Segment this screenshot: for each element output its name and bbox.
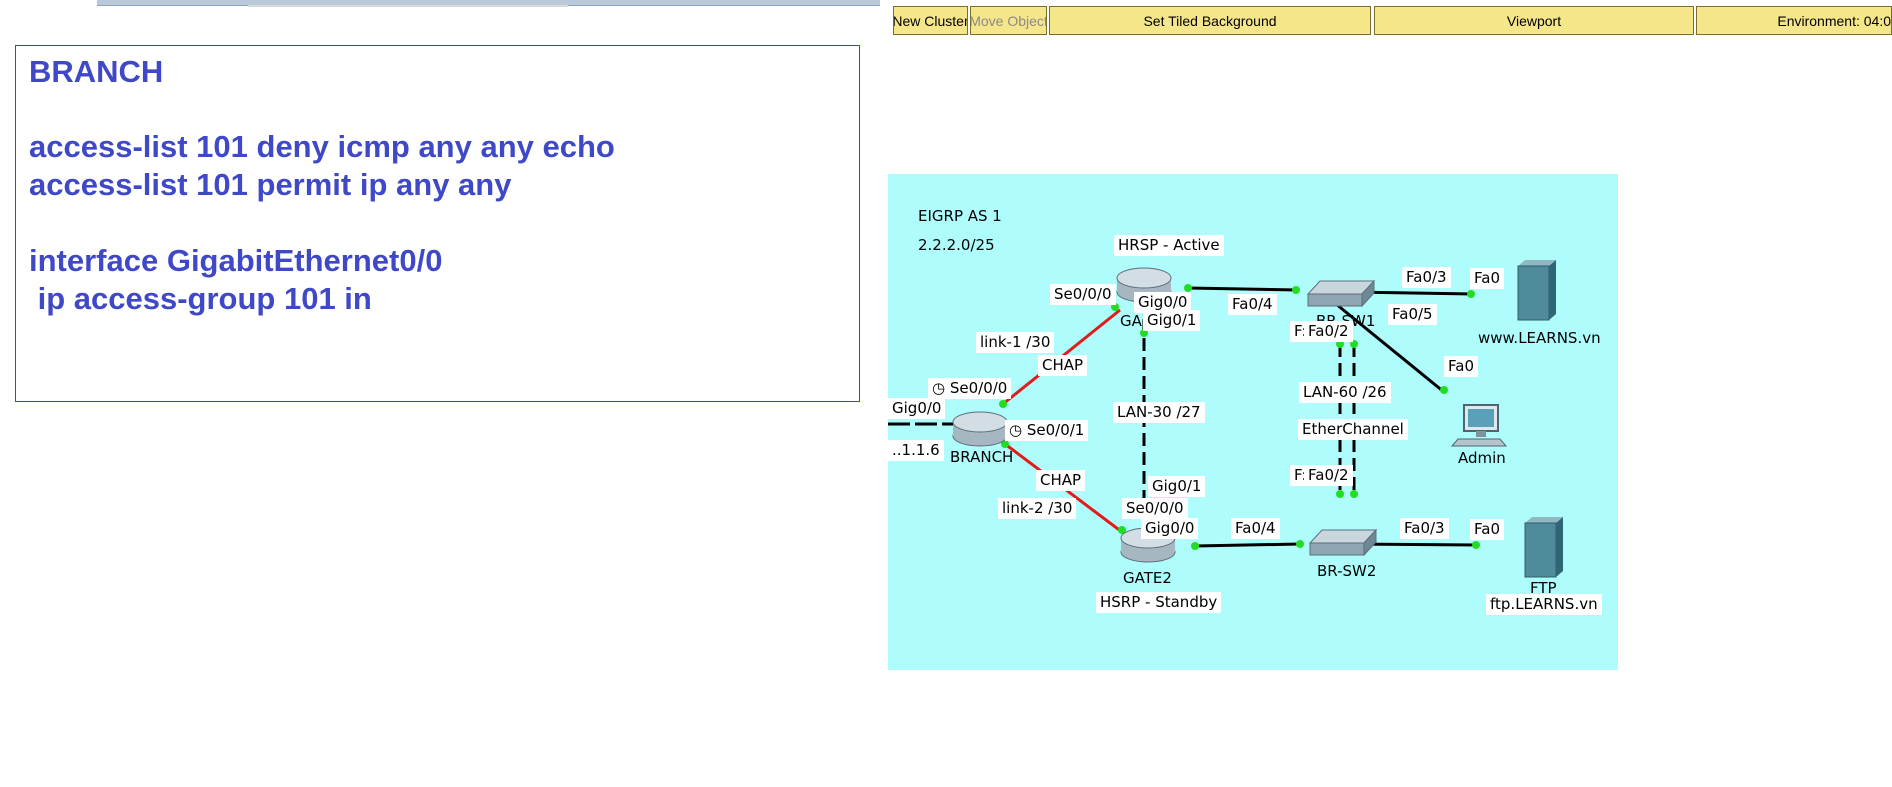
port-www-fa0: Fa0 <box>1470 268 1504 289</box>
network-label: 2.2.2.0/25 <box>918 236 995 254</box>
port-br-se001: ◷ Se0/0/1 <box>1005 420 1089 441</box>
environment-button[interactable]: Environment: 04:0 <box>1696 6 1892 35</box>
port-br-se000-text: Se0/0/0 <box>949 379 1008 397</box>
chap2-label: CHAP <box>1036 470 1086 491</box>
port-g1-gig01: Gig0/1 <box>1143 310 1201 331</box>
note-line-interface: interface GigabitEthernet0/0 <box>29 243 443 278</box>
port-sw2-fa02: Fa0/2 <box>1304 465 1353 486</box>
pc-admin-icon <box>1450 404 1508 447</box>
port-br-se001-text: Se0/0/1 <box>1026 421 1085 439</box>
new-cluster-button[interactable]: New Cluster <box>893 6 968 35</box>
device-admin-label: Admin <box>1458 449 1506 467</box>
switch-brsw2-icon <box>1308 528 1378 557</box>
etherchannel-label: EtherChannel <box>1298 419 1408 440</box>
port-br-gig00: Gig0/0 <box>888 398 946 419</box>
branch-ip-label: ..1.1.6 <box>888 440 944 461</box>
viewport-button[interactable]: Viewport <box>1374 6 1694 35</box>
server-www-icon <box>1517 260 1556 321</box>
port-sw1-fa05: Fa0/5 <box>1388 304 1437 325</box>
eigrp-label: EIGRP AS 1 <box>918 207 1002 225</box>
lan30-label: LAN-30 /27 <box>1113 402 1205 423</box>
set-tiled-background-button[interactable]: Set Tiled Background <box>1049 6 1371 35</box>
port-sw1-fa02: Fa0/2 <box>1304 321 1353 342</box>
note-box[interactable]: BRANCH access-list 101 deny icmp any any… <box>15 45 860 402</box>
note-line-acl-permit: access-list 101 permit ip any any <box>29 167 512 202</box>
device-branch-label: BRANCH <box>950 448 1014 466</box>
port-sw2-fa04: Fa0/4 <box>1231 518 1280 539</box>
note-line-acl-deny: access-list 101 deny icmp any any echo <box>29 129 615 164</box>
link-gate1-sw1 <box>1187 286 1299 292</box>
device-brsw2-label: BR-SW2 <box>1317 562 1377 580</box>
port-sw1-fa04: Fa0/4 <box>1228 294 1277 315</box>
note-title: BRANCH <box>29 54 164 89</box>
chap1-label: CHAP <box>1038 355 1088 376</box>
link2-label: link-2 /30 <box>998 498 1077 519</box>
window-top-strip-secondary <box>248 5 568 7</box>
server-ftp-icon <box>1524 517 1563 578</box>
device-gate1-label: GA <box>1120 312 1142 330</box>
router-branch-icon <box>952 411 1008 447</box>
device-ftp-label: ftp.LEARNS.vn <box>1486 594 1602 615</box>
port-br-se000: ◷ Se0/0/0 <box>928 378 1012 399</box>
link-gate2-sw2 <box>1194 542 1301 548</box>
port-admin-fa0: Fa0 <box>1444 356 1478 377</box>
port-g2-se000: Se0/0/0 <box>1122 498 1188 519</box>
note-line-access-group: ip access-group 101 in <box>29 281 372 316</box>
lan60-label: LAN-60 /26 <box>1299 382 1391 403</box>
device-gate2-label: GATE2 <box>1123 569 1172 587</box>
hsrp-standby-label: HSRP - Standby <box>1096 592 1222 613</box>
port-g2-gig01: Gig0/1 <box>1148 476 1206 497</box>
switch-brsw1-icon <box>1306 279 1376 308</box>
device-www-label: www.LEARNS.vn <box>1478 329 1601 347</box>
topology-canvas[interactable]: EIGRP AS 1 2.2.2.0/25 HRSP - Active Se0/… <box>888 174 1618 670</box>
link1-label: link-1 /30 <box>976 332 1055 353</box>
hrsp-active-label: HRSP - Active <box>1114 235 1224 256</box>
port-g2-gig00: Gig0/0 <box>1141 518 1199 539</box>
port-ftp-fa0: Fa0 <box>1470 519 1504 540</box>
port-g1-se000: Se0/0/0 <box>1050 284 1116 305</box>
port-sw2-fa03: Fa0/3 <box>1400 518 1449 539</box>
move-object-button[interactable]: Move Object <box>970 6 1047 35</box>
port-sw1-fa03: Fa0/3 <box>1402 267 1451 288</box>
